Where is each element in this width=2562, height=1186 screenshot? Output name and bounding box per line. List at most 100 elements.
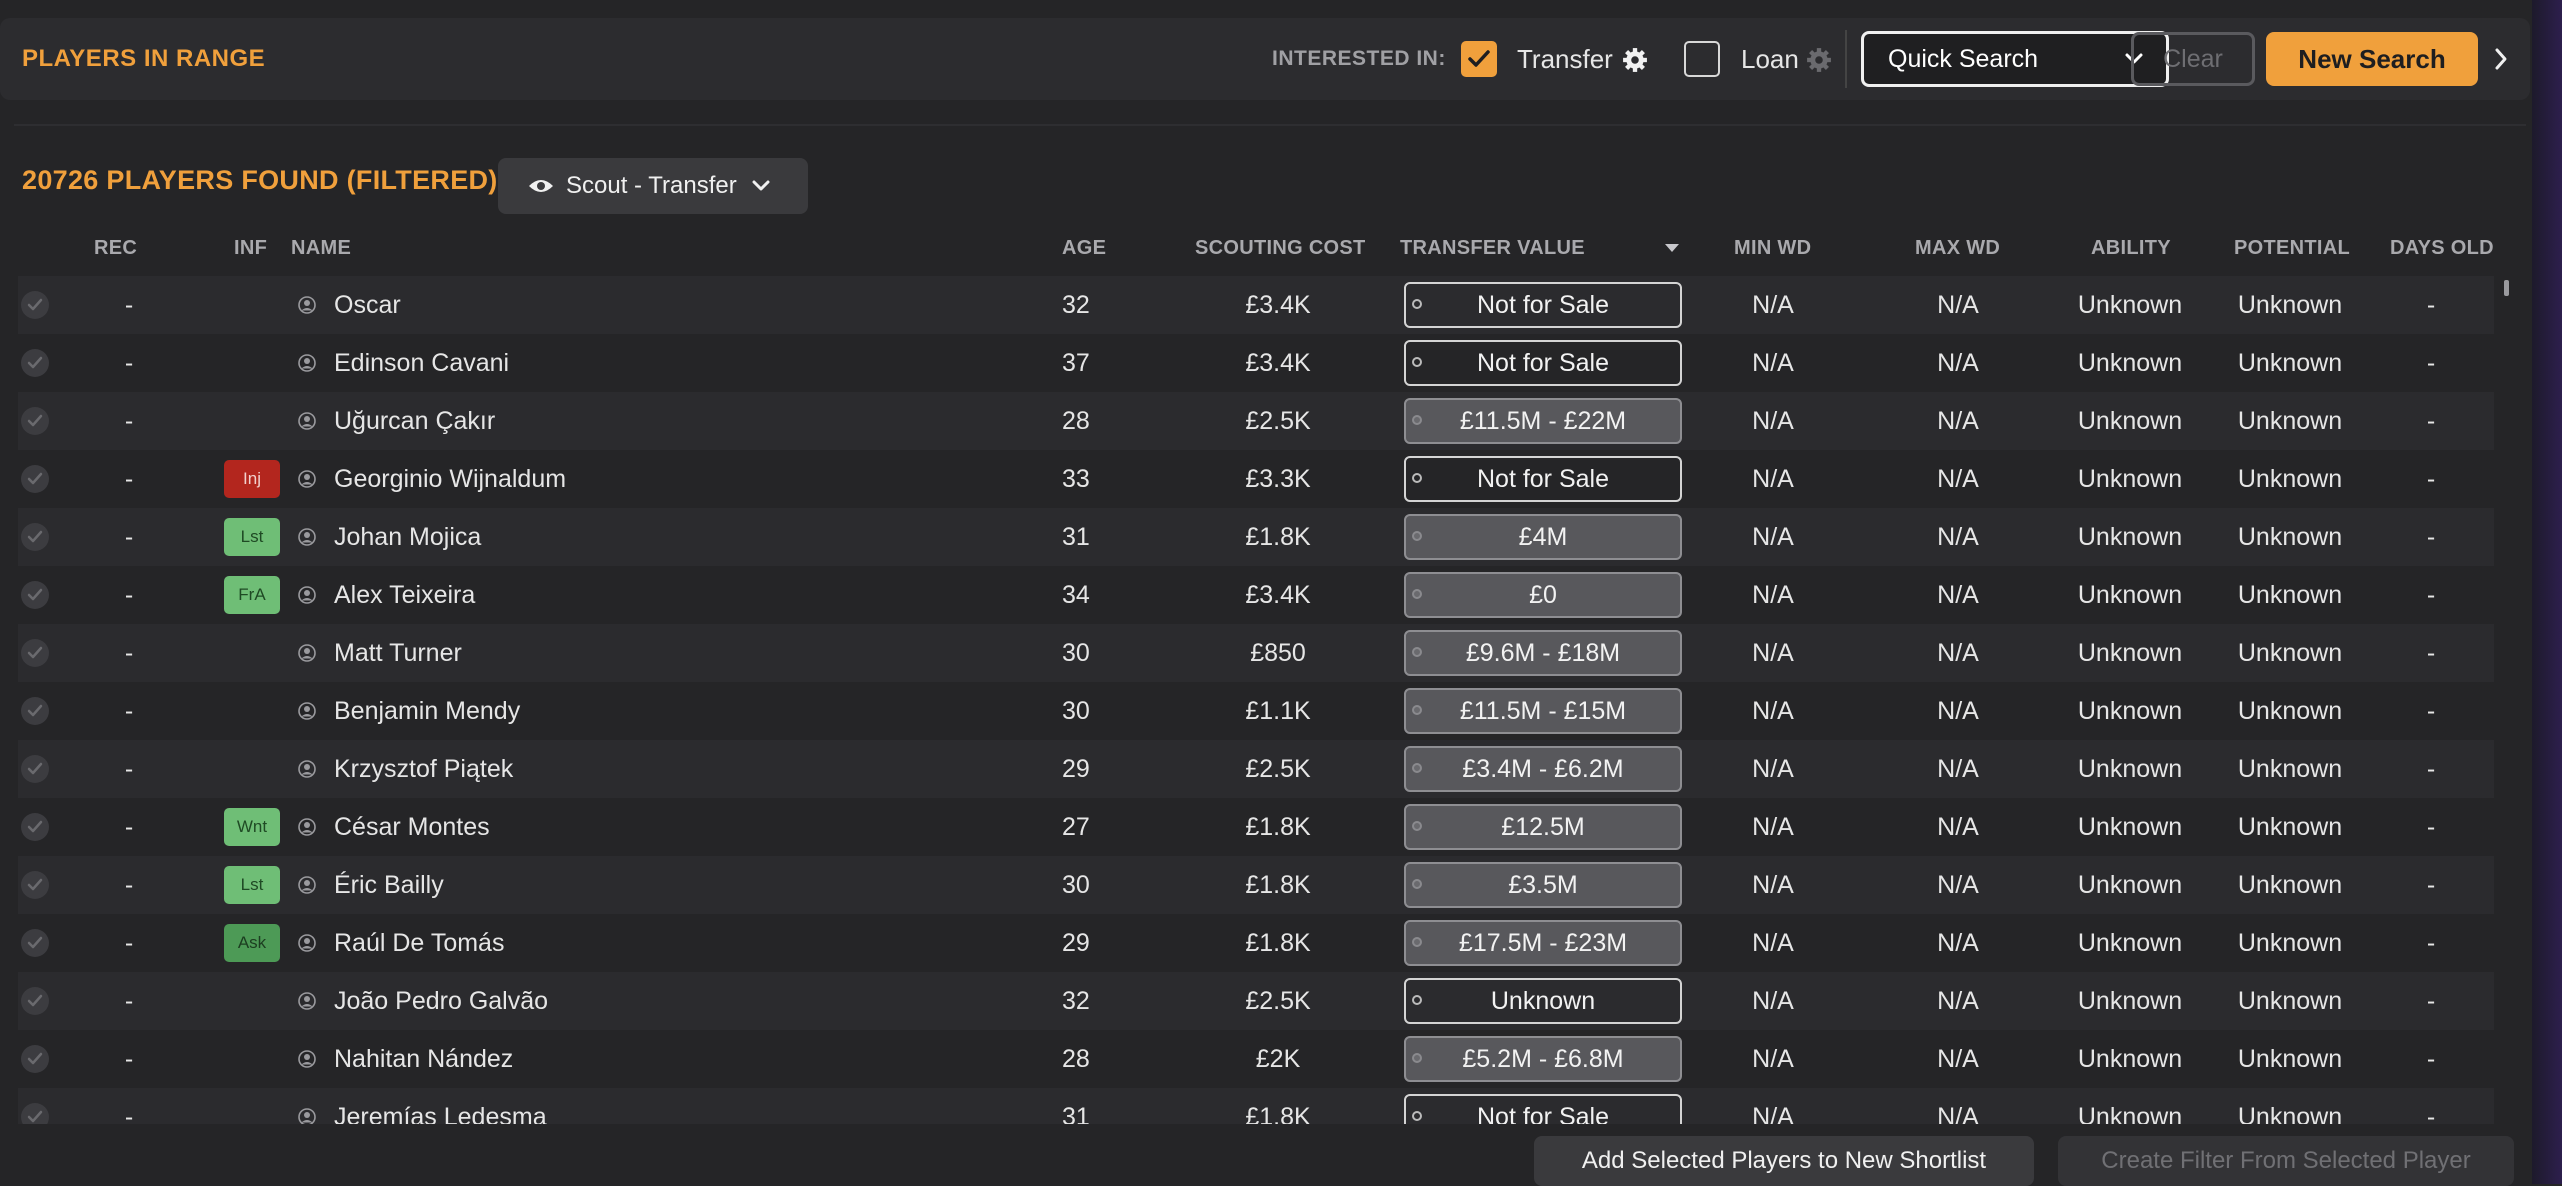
table-row[interactable]: - Krzysztof Piątek 29 £2.5K £3.4M - £6.2M N/A… — [18, 740, 2494, 798]
transfer-settings-gear-icon[interactable] — [1622, 47, 1648, 73]
transfer-value-tag[interactable]: £17.5M - £23M — [1404, 920, 1682, 966]
status-badge[interactable]: Lst — [224, 518, 280, 556]
transfer-value-tag[interactable]: Not for Sale — [1404, 282, 1682, 328]
min-wd-cell: N/A — [1752, 1103, 1794, 1124]
table-row[interactable]: - Uğurcan Çakır 28 £2.5K £11.5M - £22M N/A N/A… — [18, 392, 2494, 450]
transfer-value-tag[interactable]: Not for Sale — [1404, 340, 1682, 386]
player-name-link[interactable]: Benjamin Mendy — [334, 682, 520, 740]
table-row[interactable]: - Wnt César Montes 27 £1.8K £12.5M N/A N/A Unkno… — [18, 798, 2494, 856]
new-search-button[interactable]: New Search — [2266, 32, 2478, 86]
transfer-value-tag[interactable]: £4M — [1404, 514, 1682, 560]
table-row[interactable]: - Ask Raúl De Tomás 29 £1.8K £17.5M - £23M N/A… — [18, 914, 2494, 972]
age-cell: 31 — [1062, 523, 1090, 551]
clear-button[interactable]: Clear — [2131, 32, 2255, 86]
player-name-link[interactable]: César Montes — [334, 798, 490, 856]
select-row-checkbox[interactable] — [21, 755, 49, 783]
column-header-name[interactable]: NAME — [291, 237, 351, 260]
column-header-rec[interactable]: REC — [94, 237, 137, 260]
column-header-min-wd[interactable]: MIN WD — [1734, 237, 1811, 260]
table-row[interactable]: - João Pedro Galvão 32 £2.5K Unknown N/A N/A Un… — [18, 972, 2494, 1030]
column-header-days-old[interactable]: DAYS OLD — [2390, 237, 2494, 260]
select-row-checkbox[interactable] — [21, 813, 49, 841]
player-name-link[interactable]: João Pedro Galvão — [334, 972, 548, 1030]
status-badge[interactable]: FrA — [224, 576, 280, 614]
player-name-link[interactable]: Oscar — [334, 276, 401, 334]
days-old-cell: - — [2426, 291, 2436, 319]
transfer-value-tag[interactable]: £9.6M - £18M — [1404, 630, 1682, 676]
select-row-checkbox[interactable] — [21, 1045, 49, 1073]
loan-checkbox[interactable] — [1684, 41, 1720, 77]
player-name-link[interactable]: Éric Bailly — [334, 856, 444, 914]
player-name-link[interactable]: Alex Teixeira — [334, 566, 475, 624]
status-badge[interactable]: Inj — [224, 460, 280, 498]
select-row-checkbox[interactable] — [21, 639, 49, 667]
player-name-link[interactable]: Georginio Wijnaldum — [334, 450, 566, 508]
transfer-value-tag[interactable]: Unknown — [1404, 978, 1682, 1024]
table-row[interactable]: - Benjamin Mendy 30 £1.1K £11.5M - £15M N/A N/… — [18, 682, 2494, 740]
person-icon — [298, 470, 316, 493]
select-row-checkbox[interactable] — [21, 465, 49, 493]
quick-search-dropdown[interactable]: Quick Search — [1861, 31, 2169, 87]
days-old-cell: - — [2426, 871, 2436, 899]
select-row-checkbox[interactable] — [21, 929, 49, 957]
column-header-age[interactable]: AGE — [1062, 237, 1106, 260]
table-row[interactable]: - FrA Alex Teixeira 34 £3.4K £0 N/A N/A Unknown U… — [18, 566, 2494, 624]
transfer-value-tag[interactable]: Not for Sale — [1404, 1094, 1682, 1124]
chevron-right-icon[interactable] — [2493, 46, 2509, 72]
player-name-link[interactable]: Raúl De Tomás — [334, 914, 504, 972]
table-row[interactable]: - Edinson Cavani 37 £3.4K Not for Sale N/A N/A… — [18, 334, 2494, 392]
transfer-label[interactable]: Transfer — [1517, 18, 1613, 100]
player-name-link[interactable]: Uğurcan Çakır — [334, 392, 495, 450]
player-name-link[interactable]: Johan Mojica — [334, 508, 481, 566]
loan-settings-gear-icon[interactable] — [1806, 47, 1832, 73]
column-header-ability[interactable]: ABILITY — [2091, 237, 2171, 260]
select-row-checkbox[interactable] — [21, 1103, 49, 1124]
column-header-inf[interactable]: INF — [234, 237, 267, 260]
transfer-value-text: £5.2M - £6.8M — [1462, 1045, 1624, 1073]
table-row[interactable]: - Inj Georginio Wijnaldum 33 £3.3K Not for Sa… — [18, 450, 2494, 508]
status-badge[interactable]: Lst — [224, 866, 280, 904]
table-row[interactable]: - Jeremías Ledesma 31 £1.8K Not for Sale N/A N… — [18, 1088, 2494, 1124]
table-row[interactable]: - Nahitan Nández 28 £2K £5.2M - £6.8M N/A N/A U… — [18, 1030, 2494, 1088]
transfer-value-tag[interactable]: £3.4M - £6.2M — [1404, 746, 1682, 792]
age-cell: 28 — [1062, 1045, 1090, 1073]
select-row-checkbox[interactable] — [21, 407, 49, 435]
select-row-checkbox[interactable] — [21, 523, 49, 551]
column-header-max-wd[interactable]: MAX WD — [1915, 237, 2000, 260]
column-header-potential[interactable]: POTENTIAL — [2234, 237, 2350, 260]
player-name-link[interactable]: Jeremías Ledesma — [334, 1088, 547, 1124]
select-row-checkbox[interactable] — [21, 871, 49, 899]
scrollbar-thumb[interactable] — [2504, 280, 2509, 296]
select-row-checkbox[interactable] — [21, 987, 49, 1015]
transfer-value-tag[interactable]: £0 — [1404, 572, 1682, 618]
transfer-value-tag[interactable]: £3.5M — [1404, 862, 1682, 908]
table-row[interactable]: - Matt Turner 30 £850 £9.6M - £18M N/A N/A Unkn… — [18, 624, 2494, 682]
select-row-checkbox[interactable] — [21, 349, 49, 377]
table-row[interactable]: - Lst Éric Bailly 30 £1.8K £3.5M N/A N/A Unknown… — [18, 856, 2494, 914]
loan-label[interactable]: Loan — [1741, 18, 1799, 100]
player-name-link[interactable]: Matt Turner — [334, 624, 462, 682]
transfer-value-tag[interactable]: £5.2M - £6.8M — [1404, 1036, 1682, 1082]
column-header-transfer-value[interactable]: TRANSFER VALUE — [1400, 237, 1585, 260]
player-name-link[interactable]: Edinson Cavani — [334, 334, 509, 392]
column-header-scouting-cost[interactable]: SCOUTING COST — [1195, 237, 1366, 260]
transfer-value-tag[interactable]: £12.5M — [1404, 804, 1682, 850]
ability-cell: Unknown — [2077, 755, 2183, 783]
max-wd-cell: N/A — [1937, 291, 1979, 319]
transfer-value-tag[interactable]: £11.5M - £22M — [1404, 398, 1682, 444]
transfer-checkbox[interactable] — [1461, 41, 1497, 77]
player-name-link[interactable]: Krzysztof Piątek — [334, 740, 513, 798]
player-name-link[interactable]: Nahitan Nández — [334, 1030, 513, 1088]
transfer-value-tag[interactable]: Not for Sale — [1404, 456, 1682, 502]
status-badge[interactable]: Ask — [224, 924, 280, 962]
add-to-shortlist-button[interactable]: Add Selected Players to New Shortlist — [1534, 1136, 2034, 1186]
select-row-checkbox[interactable] — [21, 581, 49, 609]
transfer-value-tag[interactable]: £11.5M - £15M — [1404, 688, 1682, 734]
select-row-checkbox[interactable] — [21, 291, 49, 319]
table-row[interactable]: - Oscar 32 £3.4K Not for Sale N/A N/A Unknown Un… — [18, 276, 2494, 334]
status-badge[interactable]: Wnt — [224, 808, 280, 846]
create-filter-button[interactable]: Create Filter From Selected Player — [2058, 1136, 2514, 1186]
view-selector-button[interactable]: Scout - Transfer — [498, 158, 808, 214]
select-row-checkbox[interactable] — [21, 697, 49, 725]
table-row[interactable]: - Lst Johan Mojica 31 £1.8K £4M N/A N/A Unknown U… — [18, 508, 2494, 566]
